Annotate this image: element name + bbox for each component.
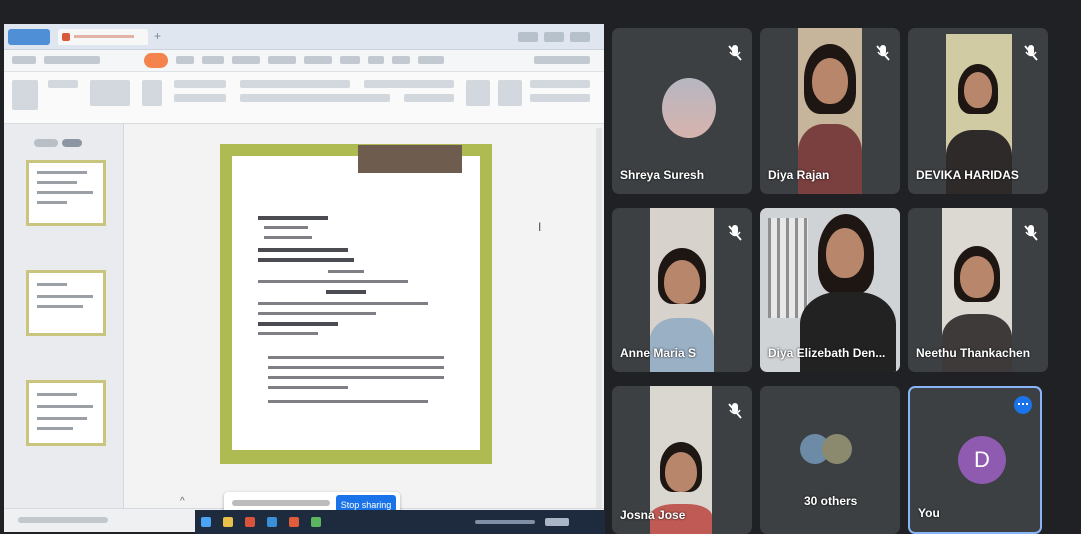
- find-button[interactable]: [530, 80, 590, 88]
- participant-name: Josna Jose: [620, 508, 686, 522]
- ribbon-tab-home[interactable]: [144, 53, 168, 68]
- close-button[interactable]: [570, 32, 590, 42]
- hide-share-banner-icon[interactable]: ^: [180, 496, 196, 512]
- ribbon-tab-tools[interactable]: [392, 56, 410, 64]
- slide-counter: [18, 517, 108, 523]
- format-painter-button[interactable]: [48, 80, 78, 88]
- others-tile[interactable]: 30 others: [760, 386, 900, 534]
- paste-button[interactable]: [12, 80, 38, 110]
- slide-content: [232, 156, 480, 450]
- ribbon-tab-animation[interactable]: [268, 56, 296, 64]
- new-tab-button[interactable]: +: [154, 29, 161, 43]
- self-tile[interactable]: D You: [908, 386, 1042, 534]
- ribbon-tab-search[interactable]: [418, 56, 444, 64]
- shapes-button[interactable]: [498, 80, 522, 106]
- browser-icon[interactable]: [245, 517, 255, 527]
- layout-button[interactable]: [174, 80, 226, 88]
- mic-muted-icon: [728, 44, 742, 62]
- participant-name: Diya Rajan: [768, 168, 830, 182]
- document-tab[interactable]: [58, 29, 148, 45]
- chat-icon[interactable]: [311, 517, 321, 527]
- participant-avatar: [662, 78, 716, 138]
- shared-presentation-window: + I: [4, 24, 604, 532]
- align-buttons[interactable]: [404, 94, 454, 102]
- others-avatars: [800, 434, 856, 466]
- ribbon-tab-transitions[interactable]: [232, 56, 260, 64]
- clock: [545, 518, 569, 526]
- slide-title-bar: [358, 145, 462, 173]
- self-name: You: [918, 506, 940, 520]
- participant-tile[interactable]: Neethu Thankachen: [908, 208, 1048, 372]
- participant-tile[interactable]: Josna Jose: [612, 386, 752, 534]
- paragraph-buttons[interactable]: [364, 80, 454, 88]
- ribbon-toolbar: [4, 72, 604, 124]
- taskbar: [195, 510, 605, 534]
- participant-tile[interactable]: Diya Elizebath Den...: [760, 208, 900, 372]
- document-tab-title: [74, 35, 134, 38]
- current-slide[interactable]: [220, 144, 492, 464]
- more-options-icon[interactable]: [1014, 396, 1032, 414]
- slide-thumbnail-2[interactable]: [26, 270, 106, 336]
- title-bar: +: [4, 24, 604, 50]
- ribbon-tab-view[interactable]: [368, 56, 384, 64]
- mic-muted-icon: [876, 44, 890, 62]
- participant-name: Neethu Thankachen: [916, 346, 1031, 360]
- mic-muted-icon: [1024, 44, 1038, 62]
- ribbon-tab-design[interactable]: [202, 56, 224, 64]
- window-controls: [512, 29, 598, 43]
- section-button[interactable]: [174, 94, 226, 102]
- mic-muted-icon: [728, 224, 742, 242]
- mic-muted-icon: [1024, 224, 1038, 242]
- quick-access-toolbar[interactable]: [44, 56, 100, 64]
- participant-tile[interactable]: Shreya Suresh: [612, 28, 752, 194]
- mic-muted-icon: [728, 402, 742, 420]
- participant-name: Anne Maria S: [620, 346, 697, 360]
- presentation-app-icon[interactable]: [289, 517, 299, 527]
- vertical-scrollbar[interactable]: [596, 128, 602, 508]
- new-slide-button[interactable]: [142, 80, 162, 106]
- ribbon-tab-slideshow[interactable]: [304, 56, 332, 64]
- ribbon-tab-review[interactable]: [340, 56, 360, 64]
- start-icon[interactable]: [201, 517, 211, 527]
- files-icon[interactable]: [223, 517, 233, 527]
- participant-name: DEVIKA HARIDAS: [916, 168, 1019, 182]
- system-tray[interactable]: [475, 520, 535, 524]
- participant-grid: Shreya Suresh Diya Rajan DEVIKA HARIDAS: [612, 28, 1048, 534]
- font-format-buttons[interactable]: [240, 94, 390, 102]
- others-count: 30 others: [804, 494, 858, 508]
- maximize-button[interactable]: [544, 32, 564, 42]
- thumbnails-header: [34, 134, 94, 147]
- slide-thumbnails-pane: [4, 124, 124, 514]
- presentation-icon: [62, 33, 70, 41]
- participant-tile[interactable]: Diya Rajan: [760, 28, 900, 194]
- font-family-select[interactable]: [240, 80, 350, 88]
- slide-canvas[interactable]: I: [124, 124, 594, 504]
- slide-thumbnail-3[interactable]: [26, 380, 106, 446]
- ribbon-right-tools[interactable]: [534, 56, 590, 64]
- screen: + I ^ Stop sharing Shreya Suresh Diya Ra…: [0, 0, 1081, 534]
- share-banner-message: [232, 500, 330, 506]
- slide-heading: [258, 216, 328, 220]
- text-cursor-icon: I: [538, 220, 542, 234]
- participant-tile[interactable]: DEVIKA HARIDAS: [908, 28, 1048, 194]
- textbox-button[interactable]: [466, 80, 490, 106]
- participant-name: Diya Elizebath Den...: [768, 346, 886, 360]
- app-menu-button[interactable]: [8, 29, 50, 45]
- self-avatar: D: [958, 436, 1006, 484]
- slide-thumbnail-1[interactable]: [26, 160, 106, 226]
- replace-button[interactable]: [530, 94, 590, 102]
- participant-tile[interactable]: Anne Maria S: [612, 208, 752, 372]
- ribbon-tab-menu[interactable]: [12, 56, 36, 64]
- ribbon-tab-insert[interactable]: [176, 56, 194, 64]
- from-current-slide-button[interactable]: [90, 80, 130, 106]
- minimize-button[interactable]: [518, 32, 538, 42]
- ribbon-tabs: [4, 50, 604, 72]
- participant-name: Shreya Suresh: [620, 168, 705, 182]
- edge-icon[interactable]: [267, 517, 277, 527]
